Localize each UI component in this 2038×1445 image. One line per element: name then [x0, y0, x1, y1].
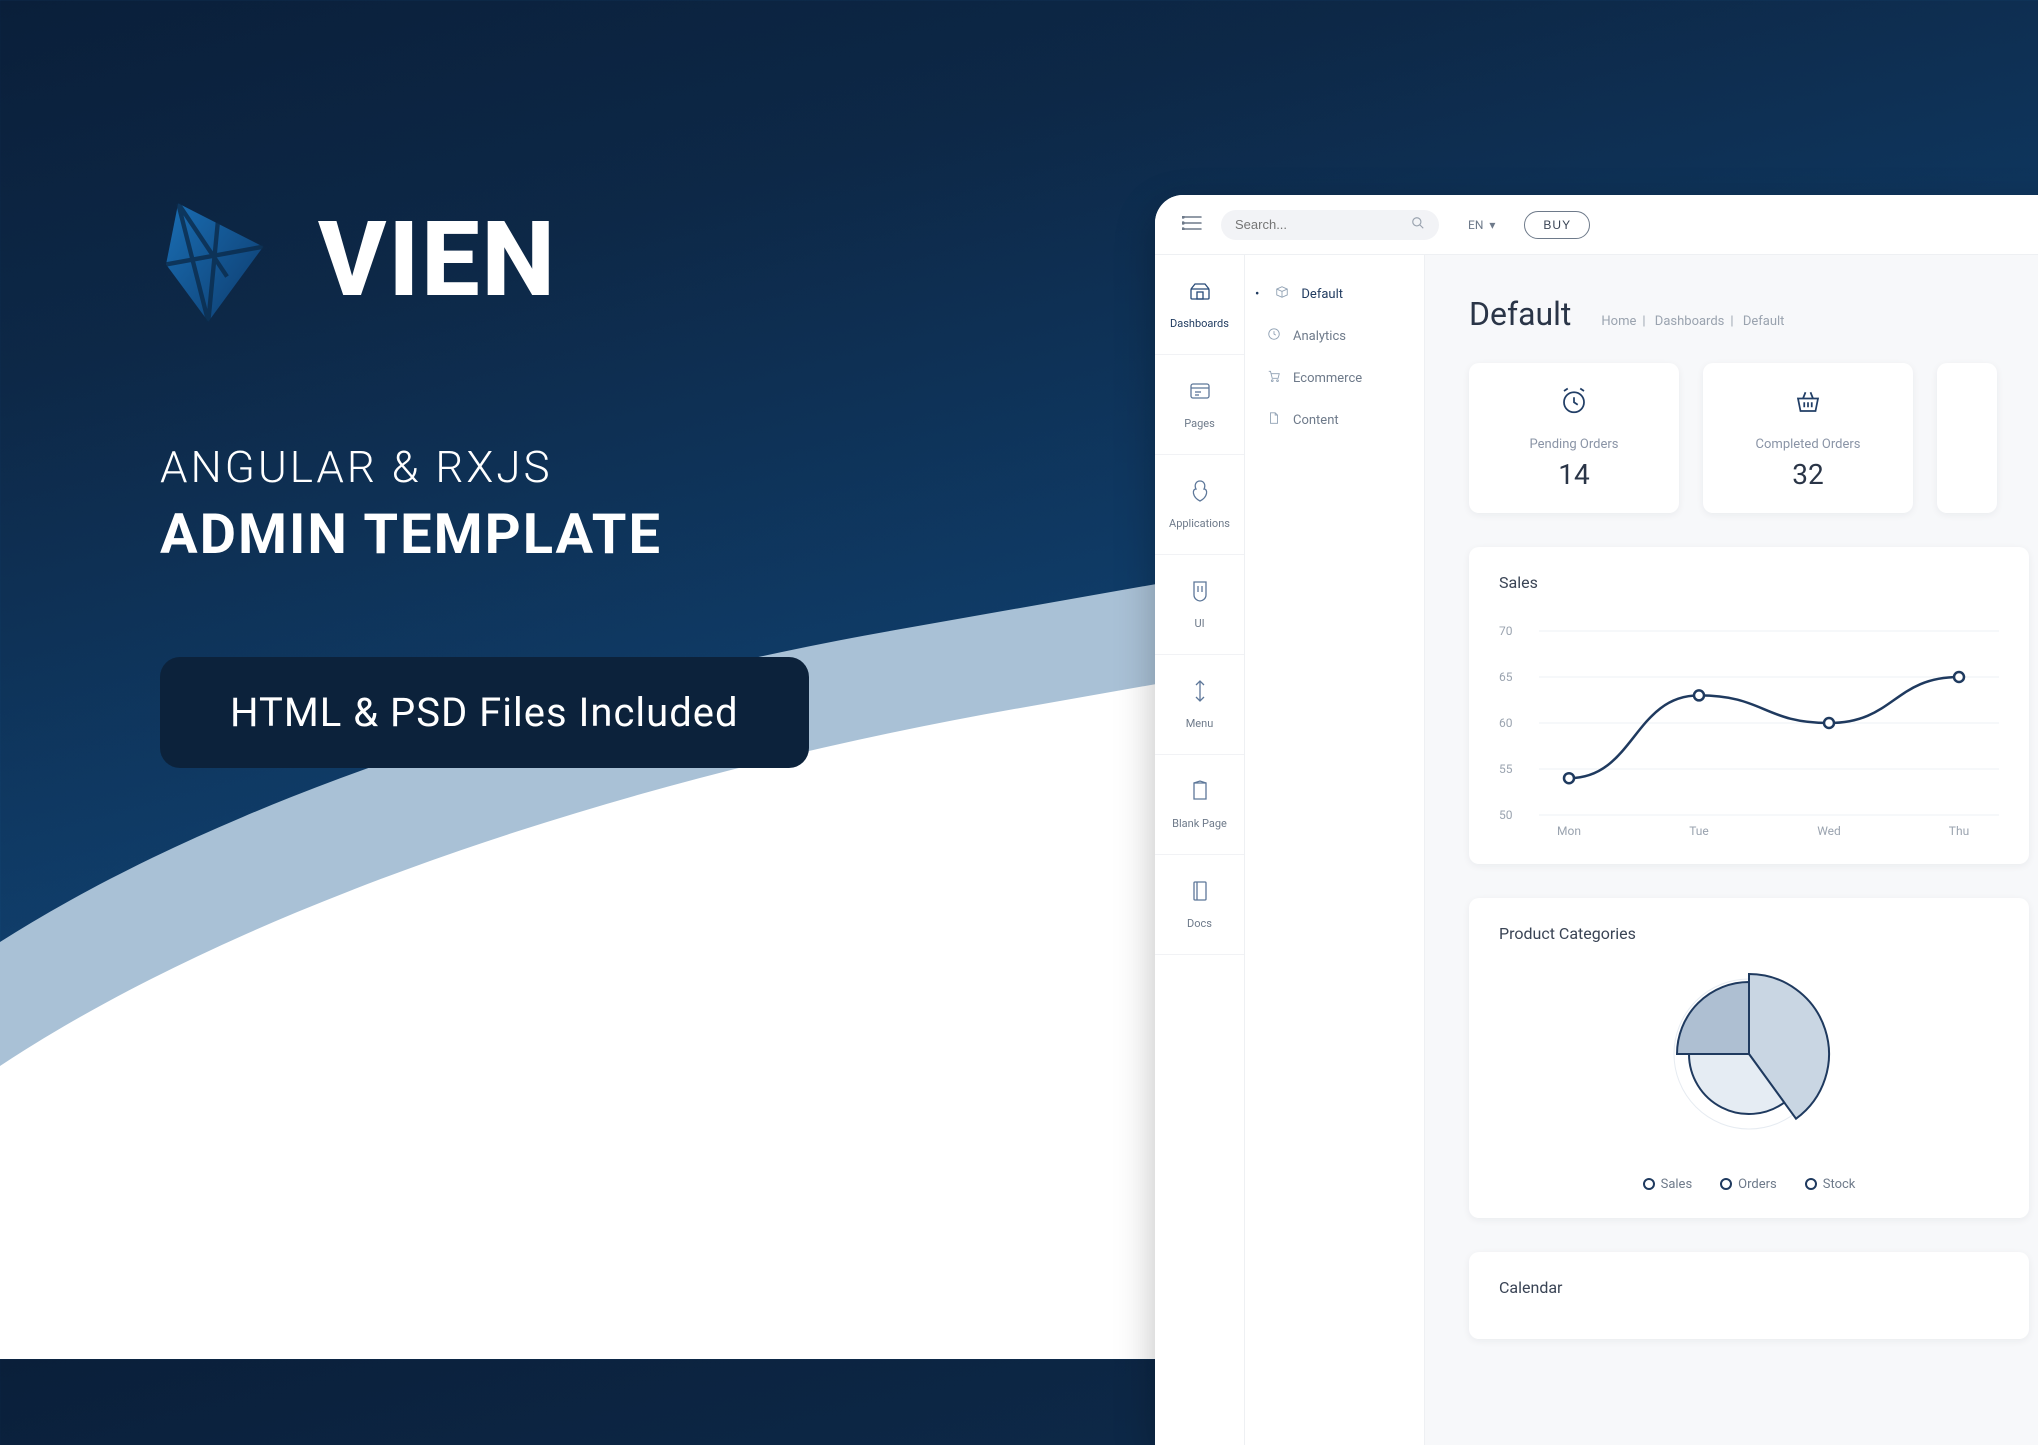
- applications-icon: [1189, 479, 1211, 509]
- y-tick-55: 55: [1499, 762, 1513, 776]
- x-tick: Thu: [1949, 824, 1969, 838]
- content-area: Default Home| Dashboards| Default Pendin…: [1425, 255, 2038, 1445]
- docs-icon: [1191, 879, 1209, 909]
- breadcrumb-dashboards[interactable]: Dashboards: [1655, 314, 1725, 329]
- sidebar-item-blank[interactable]: Blank Page: [1155, 755, 1244, 855]
- chevron-down-icon: ▾: [1489, 218, 1495, 232]
- stat-card-completed[interactable]: Completed Orders 32: [1703, 363, 1913, 513]
- calendar-panel-title: Calendar: [1499, 1278, 1999, 1297]
- sidebar-item-dashboards[interactable]: Dashboards: [1155, 255, 1244, 355]
- stat-row: Pending Orders 14 Completed Orders 32: [1469, 363, 2038, 513]
- sidebar-item-applications[interactable]: Applications: [1155, 455, 1244, 555]
- files-included-pill: HTML & PSD Files Included: [160, 657, 809, 768]
- legend-label: Orders: [1738, 1177, 1777, 1192]
- cart-icon: [1265, 369, 1283, 387]
- search-icon: [1411, 216, 1425, 234]
- x-tick: Tue: [1689, 824, 1709, 838]
- brand-name: VIEN: [318, 200, 557, 321]
- calendar-panel: Calendar: [1469, 1252, 2029, 1339]
- blank-icon: [1190, 779, 1210, 809]
- sidebar-item-label: Dashboards: [1170, 317, 1229, 330]
- admin-mockup: EN ▾ BUY Dashboards Pages: [1155, 195, 2038, 1445]
- breadcrumb: Home| Dashboards| Default: [1601, 314, 1784, 329]
- categories-panel-title: Product Categories: [1499, 924, 1999, 943]
- breadcrumb-home[interactable]: Home: [1601, 314, 1636, 329]
- sales-chart: 70 65 60 55 50: [1499, 608, 1999, 838]
- alarm-icon: [1559, 386, 1589, 423]
- legend-item-stock[interactable]: Stock: [1805, 1177, 1856, 1192]
- admin-header: EN ▾ BUY: [1155, 195, 2038, 255]
- stat-label: Pending Orders: [1530, 437, 1619, 452]
- page-title: Default: [1469, 295, 1571, 333]
- subnav-item-label: Default: [1301, 287, 1343, 302]
- subtitle-line-1: ANGULAR & RXJS: [160, 441, 809, 493]
- y-tick: 70: [1499, 624, 1513, 638]
- subnav-item-default[interactable]: Default: [1245, 273, 1424, 315]
- legend-label: Sales: [1661, 1177, 1693, 1192]
- search-field[interactable]: [1221, 210, 1439, 240]
- stat-label: Completed Orders: [1756, 437, 1861, 452]
- sidebar-item-label: Applications: [1169, 517, 1230, 530]
- chart-legend: Sales Orders Stock: [1643, 1177, 1856, 1192]
- breadcrumb-default[interactable]: Default: [1743, 314, 1785, 329]
- language-selector[interactable]: EN ▾: [1453, 211, 1510, 239]
- ui-icon: [1190, 579, 1210, 609]
- legend-item-orders[interactable]: Orders: [1720, 1177, 1777, 1192]
- basket-icon: [1793, 386, 1823, 423]
- clock-icon: [1265, 327, 1283, 345]
- polar-chart: [1629, 959, 1869, 1159]
- y-tick-60: 60: [1499, 716, 1513, 730]
- legend-item-sales[interactable]: Sales: [1643, 1177, 1693, 1192]
- subnav-item-label: Ecommerce: [1293, 371, 1362, 386]
- dashboards-icon: [1188, 279, 1212, 309]
- page-header: Default Home| Dashboards| Default: [1469, 295, 2038, 333]
- subtitle-line-2: ADMIN TEMPLATE: [160, 501, 809, 567]
- package-icon: [1273, 285, 1291, 303]
- stat-card-cropped[interactable]: [1937, 363, 1997, 513]
- subnav-item-content[interactable]: Content: [1245, 399, 1424, 441]
- sidebar-item-pages[interactable]: Pages: [1155, 355, 1244, 455]
- subnav-item-label: Analytics: [1293, 329, 1346, 344]
- stat-value: 32: [1792, 458, 1823, 491]
- subnav-item-analytics[interactable]: Analytics: [1245, 315, 1424, 357]
- file-icon: [1265, 411, 1283, 429]
- stat-value: 14: [1558, 458, 1589, 491]
- stat-card-pending[interactable]: Pending Orders 14: [1469, 363, 1679, 513]
- pages-icon: [1188, 379, 1212, 409]
- y-tick-65: 65: [1499, 670, 1513, 684]
- sidebar-item-label: Blank Page: [1172, 817, 1227, 830]
- y-tick: 50: [1499, 808, 1513, 822]
- sidebar-item-label: Menu: [1186, 717, 1214, 730]
- legend-label: Stock: [1823, 1177, 1856, 1192]
- sales-panel: Sales 70 65 60 55 50: [1469, 547, 2029, 864]
- language-label: EN: [1468, 218, 1483, 232]
- sidebar-sub: Default Analytics Ecommerce Content: [1245, 255, 1425, 1445]
- sidebar-item-label: Docs: [1187, 917, 1212, 930]
- brand-logo-icon: [156, 197, 274, 324]
- search-input[interactable]: [1235, 217, 1411, 232]
- x-tick: Wed: [1817, 824, 1841, 838]
- marketing-panel: VIEN ANGULAR & RXJS ADMIN TEMPLATE HTML …: [160, 200, 809, 768]
- subnav-item-ecommerce[interactable]: Ecommerce: [1245, 357, 1424, 399]
- buy-button[interactable]: BUY: [1524, 211, 1590, 239]
- sidebar-item-ui[interactable]: UI: [1155, 555, 1244, 655]
- menu-toggle-icon[interactable]: [1177, 214, 1207, 235]
- sidebar-item-menu[interactable]: Menu: [1155, 655, 1244, 755]
- menu-item-icon: [1191, 679, 1209, 709]
- subnav-item-label: Content: [1293, 413, 1339, 428]
- sidebar-item-docs[interactable]: Docs: [1155, 855, 1244, 955]
- sidebar-item-label: UI: [1194, 617, 1204, 630]
- admin-body: Dashboards Pages Applications UI: [1155, 255, 2038, 1445]
- x-tick: Mon: [1557, 824, 1581, 838]
- sidebar-item-label: Pages: [1184, 417, 1215, 430]
- sales-panel-title: Sales: [1499, 573, 1999, 592]
- sidebar-main: Dashboards Pages Applications UI: [1155, 255, 1245, 1445]
- categories-panel: Product Categories Sales Orders: [1469, 898, 2029, 1218]
